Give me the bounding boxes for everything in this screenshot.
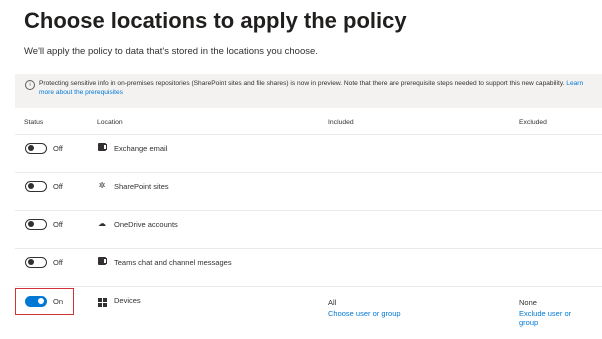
exchange-toggle[interactable]	[25, 143, 47, 154]
teams-toggle[interactable]	[25, 257, 47, 268]
location-row-teams: Off Teams chat and channel messages	[15, 249, 602, 287]
location-row-devices: On Devices All Choose user or group None…	[15, 287, 602, 337]
info-icon: i	[25, 80, 35, 90]
onedrive-toggle[interactable]	[25, 219, 47, 230]
status-label: Off	[53, 258, 63, 267]
excluded-value: None	[519, 298, 537, 307]
choose-user-or-group-link[interactable]: Choose user or group	[328, 309, 401, 318]
location-row-onedrive: Off ☁ OneDrive accounts	[15, 211, 602, 249]
location-name: Devices	[114, 296, 141, 305]
status-label: Off	[53, 144, 63, 153]
column-header-included: Included	[328, 119, 354, 126]
status-label: Off	[53, 182, 63, 191]
column-header-status: Status	[24, 119, 44, 126]
page-title: Choose locations to apply the policy	[24, 8, 407, 33]
windows-devices-icon	[97, 295, 107, 307]
exclude-user-or-group-link[interactable]: Exclude user or group	[519, 309, 589, 327]
sharepoint-toggle[interactable]	[25, 181, 47, 192]
status-label: Off	[53, 220, 63, 229]
column-header-location: Location	[97, 119, 123, 126]
location-name: Exchange email	[114, 144, 168, 153]
page-subtitle: We'll apply the policy to data that's st…	[24, 46, 318, 57]
info-message-bar: i Protecting sensitive info in on-premis…	[15, 74, 602, 108]
onedrive-icon: ☁	[98, 219, 106, 228]
toggle-knob	[28, 259, 34, 266]
toggle-knob	[28, 221, 34, 228]
included-value: All	[328, 298, 337, 307]
column-header-excluded: Excluded	[519, 119, 547, 126]
info-message: Protecting sensitive info in on-premises…	[39, 79, 599, 97]
exchange-icon	[97, 143, 107, 153]
teams-icon	[97, 257, 107, 267]
highlight-box	[15, 288, 74, 315]
location-row-sharepoint: Off ✲ SharePoint sites	[15, 173, 602, 211]
location-name: SharePoint sites	[114, 182, 169, 191]
sharepoint-icon: ✲	[98, 181, 106, 190]
location-row-exchange: Off Exchange email	[15, 135, 602, 173]
location-name: OneDrive accounts	[114, 220, 178, 229]
info-message-text: Protecting sensitive info in on-premises…	[39, 80, 565, 87]
toggle-knob	[28, 183, 34, 190]
toggle-knob	[28, 145, 34, 152]
location-name: Teams chat and channel messages	[114, 258, 232, 267]
